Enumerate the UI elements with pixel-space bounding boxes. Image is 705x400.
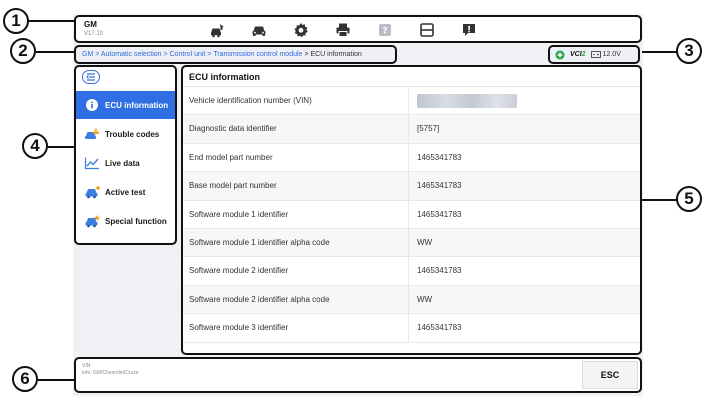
printer-icon[interactable] (332, 21, 354, 39)
toolbar-icons: ? (206, 21, 480, 39)
voltage-value: 12.0V (602, 51, 621, 58)
table-row: Software module 1 identifier alpha code … (183, 228, 640, 258)
table-row: Software module 2 identifier 1465341783 (183, 257, 640, 286)
vci-label-suffix: 2 (581, 51, 586, 58)
leader-line (642, 199, 677, 201)
row-key: Software module 1 identifier alpha code (183, 228, 409, 257)
table-row: Base model part number 1465341783 (183, 172, 640, 201)
table-row: Software module 3 identifier 1465341783 (183, 314, 640, 343)
row-key: End model part number (183, 143, 409, 172)
ecu-information-panel: ECU information Vehicle identification n… (181, 65, 642, 355)
brand-name: GM (84, 20, 97, 29)
car-home-icon[interactable] (206, 21, 228, 39)
row-value: 1465341783 (417, 181, 462, 191)
breadcrumb-link-transmission-control-module[interactable]: Transmission control module (213, 51, 302, 58)
sidebar-item-live-data[interactable]: Live data (76, 149, 175, 177)
breadcrumb-separator: > (161, 51, 170, 58)
row-value: WW (417, 294, 433, 304)
software-version: V17.10 (84, 31, 104, 37)
table-row: Vehicle identification number (VIN) (183, 87, 640, 116)
table-row: Software module 1 identifier 1465341783 (183, 200, 640, 229)
breadcrumb-row: GM > Automatic selection > Control unit … (74, 45, 642, 65)
gear-icon[interactable] (290, 21, 312, 39)
battery-icon (590, 51, 601, 58)
row-value: 1465341783 (417, 323, 462, 333)
table-row: Diagnostic data identifier [5757] (183, 115, 640, 144)
callout-6: 6 (12, 366, 38, 392)
leader-line (38, 379, 75, 381)
diagnostic-screen: GM V17.10 ? GM > Automatic selection > C… (73, 14, 643, 396)
menu-collapse-icon (86, 73, 95, 81)
callout-1: 1 (3, 8, 29, 34)
row-value: WW (417, 237, 433, 247)
line-graph-icon (84, 157, 99, 170)
breadcrumb-current: ECU information (310, 51, 362, 58)
sidebar-item-label: Live data (105, 158, 140, 168)
row-key: Diagnostic data identifier (183, 115, 409, 143)
status-area: VCI2 12.0V (548, 45, 640, 64)
brand: GM V17.10 (84, 20, 103, 38)
leader-line (642, 51, 677, 53)
vin-value-obscured (409, 87, 517, 114)
row-key: Base model part number (183, 172, 409, 200)
car-icon[interactable] (248, 21, 270, 39)
sidebar-item-ecu-information[interactable]: ECU information (76, 91, 175, 119)
function-sidebar: ECU information Trouble codes Live data … (74, 65, 177, 245)
row-value: 1465341783 (417, 266, 462, 276)
row-key: Software module 2 identifier (183, 257, 409, 285)
sidebar-item-special-function[interactable]: Special function (76, 207, 175, 235)
esc-button[interactable]: ESC (582, 361, 638, 389)
help-icon[interactable]: ? (374, 21, 396, 39)
sidebar-item-label: ECU information (105, 100, 169, 110)
vin-blur (417, 94, 517, 108)
panel-title: ECU information (183, 67, 640, 87)
sidebar-item-label: Active test (105, 187, 146, 197)
sidebar-item-label: Trouble codes (105, 129, 160, 139)
vci-label-prefix: VCI (570, 51, 582, 58)
row-value: 1465341783 (417, 152, 462, 162)
sidebar-item-trouble-codes[interactable]: Trouble codes (76, 120, 175, 148)
breadcrumb-separator: > (93, 51, 101, 58)
top-toolbar: GM V17.10 ? (74, 15, 642, 43)
leader-line (48, 146, 76, 148)
svg-text:?: ? (382, 27, 387, 37)
row-value: [5757] (417, 124, 440, 134)
feedback-icon[interactable] (458, 21, 480, 39)
vci-label: VCI2 (570, 51, 586, 58)
table-row: End model part number 1465341783 (183, 143, 640, 173)
battery-voltage: 12.0V (590, 51, 621, 58)
vehicle-path: Info: GM/Chevrolet/Cruze (82, 370, 139, 376)
collapse-menu-button[interactable] (82, 70, 100, 84)
sidebar-item-active-test[interactable]: Active test (76, 178, 175, 206)
callout-4: 4 (22, 133, 48, 159)
footer-bar: VIN: Info: GM/Chevrolet/Cruze ESC (74, 357, 642, 393)
row-key: Vehicle identification number (VIN) (183, 87, 409, 115)
leader-line (29, 20, 75, 22)
row-value: 1465341783 (417, 209, 462, 219)
breadcrumb-link-gm[interactable]: GM (82, 51, 93, 58)
sidebar-item-label: Special function (105, 216, 167, 226)
vci-connection-icon (555, 50, 565, 59)
vehicle-info: VIN: Info: GM/Chevrolet/Cruze (82, 363, 139, 377)
breadcrumb-link-control-unit[interactable]: Control unit (170, 51, 206, 58)
vin-label: VIN: (82, 363, 92, 369)
save-icon[interactable] (416, 21, 438, 39)
table-row: Software module 2 identifier alpha code … (183, 285, 640, 315)
callout-2: 2 (10, 38, 36, 64)
breadcrumb: GM > Automatic selection > Control unit … (74, 45, 397, 64)
car-test-icon (85, 186, 100, 199)
breadcrumb-link-automatic-selection[interactable]: Automatic selection (101, 51, 162, 58)
callout-3: 3 (676, 38, 702, 64)
leader-line (36, 51, 75, 53)
car-function-icon (85, 215, 100, 228)
row-key: Software module 2 identifier alpha code (183, 285, 409, 314)
car-alert-icon (85, 128, 100, 139)
row-key: Software module 3 identifier (183, 314, 409, 342)
row-key: Software module 1 identifier (183, 200, 409, 228)
callout-5: 5 (676, 186, 702, 212)
info-icon (86, 99, 98, 111)
